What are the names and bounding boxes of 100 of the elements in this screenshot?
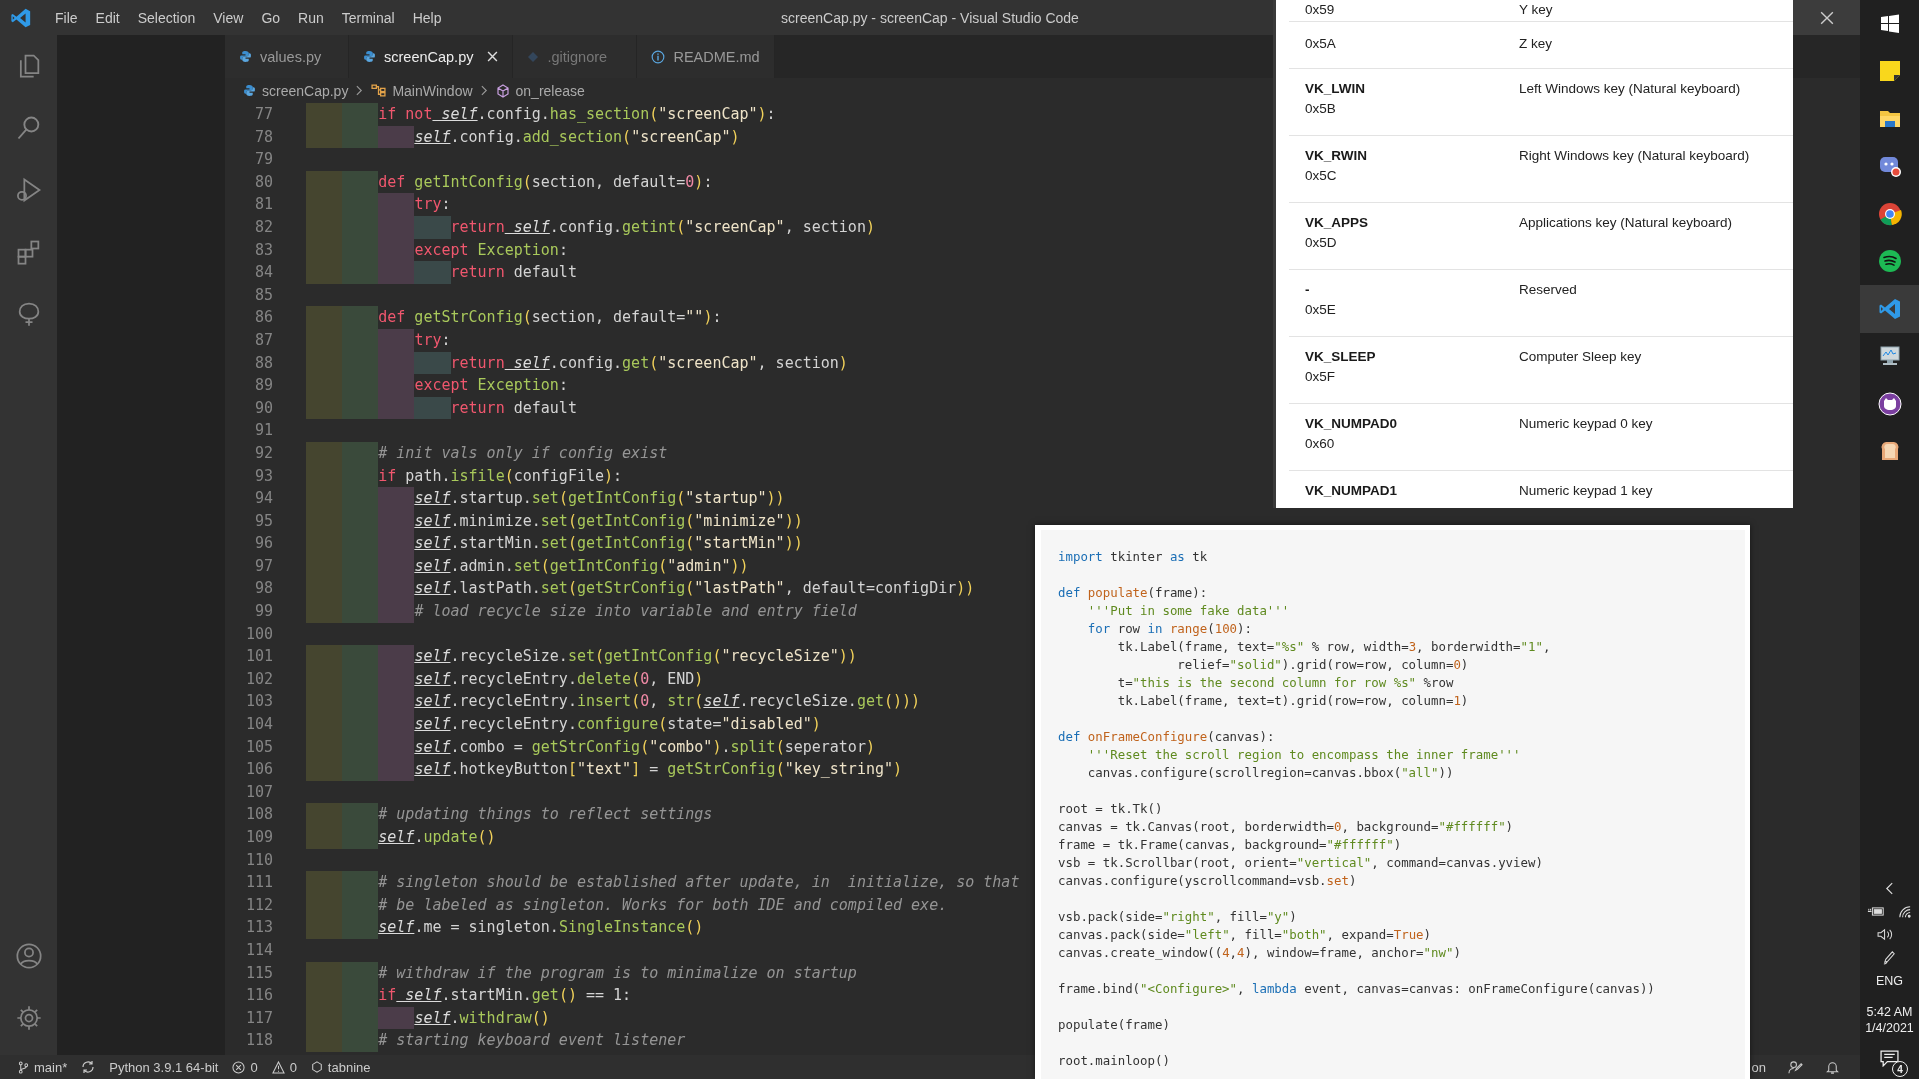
settings-icon[interactable] <box>14 1004 43 1032</box>
menu-item[interactable]: Selection <box>128 9 205 26</box>
breadcrumb-item[interactable]: screenCap.py <box>262 82 349 99</box>
close-icon[interactable] <box>487 51 499 62</box>
menu-item[interactable]: Run <box>289 9 333 26</box>
menu-item[interactable]: File <box>46 9 87 26</box>
code-line: self.me = singleton.SingleInstance() <box>306 916 704 939</box>
code-line: tk.Label(frame, text="%s" % row, width=3, borderwidth="1", <box>1116 638 1552 656</box>
code-line: def populate(frame): <box>1058 584 1209 602</box>
key-constant: - <box>1305 282 1311 297</box>
chevron-icon[interactable] <box>1885 882 1894 895</box>
key-description: Left Windows key (Natural keyboard) <box>1519 81 1741 98</box>
code-line: canvas.configure(yscrollcommand=vsb.set) <box>1058 872 1358 890</box>
code-line: self.hotkeyButton["text"] = getStrConfig("key_string") <box>306 758 903 781</box>
line-number: 100 <box>244 623 274 645</box>
language-indicator[interactable]: ENG <box>1875 974 1904 988</box>
app-logo-icon <box>10 6 32 29</box>
line-number: 111 <box>244 872 274 894</box>
menu-item[interactable]: Edit <box>86 9 129 26</box>
code-line: canvas = tk.Canvas(root, borderwidth=0, background="#ffffff") <box>1058 818 1515 836</box>
menu-item[interactable]: View <box>204 9 253 26</box>
key-description: Reserved <box>1519 282 1577 299</box>
code-line: '''Reset the scroll region to encompass the inner frame''' <box>1086 746 1522 764</box>
line-number: 85 <box>253 284 274 306</box>
run-debug-icon[interactable] <box>14 176 43 204</box>
code-line: populate(frame) <box>1058 1016 1171 1034</box>
info-icon <box>651 49 666 64</box>
code-line: self.recycleEntry.insert(0, str(self.recycleSize.get())) <box>306 690 921 714</box>
code-line: self.recycleEntry.delete(0, END) <box>306 667 704 691</box>
line-number: 106 <box>244 759 274 781</box>
line-number: 91 <box>253 420 274 442</box>
line-number: 78 <box>253 126 274 148</box>
clock-date[interactable]: 1/4/2021 <box>1865 1021 1914 1035</box>
line-number: 88 <box>253 352 274 374</box>
code-line: # be labeled as singleton. Works for both IDE and compiled exe. <box>306 893 948 917</box>
line-number: 87 <box>253 329 274 351</box>
error-icon[interactable] <box>232 1060 246 1074</box>
notification-icon[interactable] <box>1880 1050 1899 1067</box>
key-description: Computer Sleep key <box>1519 349 1642 366</box>
hexagon-icon[interactable] <box>310 1061 323 1073</box>
class-icon <box>371 84 387 97</box>
key-constant: VK_NUMPAD0 <box>1305 416 1398 431</box>
code-line: def getIntConfig(section, default=0): <box>306 170 713 194</box>
menu-item[interactable]: Help <box>403 9 451 26</box>
code-line: import tkinter as tk <box>1058 548 1209 566</box>
breadcrumb-item[interactable]: MainWindow <box>392 82 473 99</box>
account-icon[interactable] <box>14 942 43 970</box>
status-item[interactable]: tabnine <box>327 1059 371 1075</box>
code-line: if path.isfile(configFile): <box>306 464 623 488</box>
battery-icon[interactable] <box>1867 906 1885 917</box>
line-number: 83 <box>253 239 274 261</box>
line-number: 102 <box>244 668 274 690</box>
menu-item[interactable]: Terminal <box>332 9 404 26</box>
code-line: vsb = tk.Scrollbar(root, orient="vertical", command=canvas.yview) <box>1058 854 1544 872</box>
breadcrumb-item[interactable]: on_release <box>515 82 585 99</box>
python-file-icon <box>239 50 252 63</box>
code-line: self.lastPath.set(getStrConfig("lastPath", default=configDir)) <box>306 577 975 601</box>
code-line: # load recycle size into variable and entry field <box>306 600 857 623</box>
key-code: 0x5E <box>1305 302 1337 317</box>
line-number: 82 <box>253 216 274 238</box>
bell-icon[interactable] <box>1825 1059 1840 1075</box>
app-logo-icon <box>1877 296 1902 321</box>
code-line: relief="solid").grid(row=row, column=0) <box>1176 656 1470 674</box>
code-line: self.config.add_section("screenCap") <box>306 125 740 149</box>
sync-icon[interactable] <box>81 1060 96 1074</box>
speaker-icon[interactable] <box>1877 928 1895 941</box>
key-description: Z key <box>1519 36 1552 53</box>
status-item[interactable]: on <box>1751 1059 1766 1075</box>
line-number: 95 <box>253 510 274 532</box>
status-item[interactable]: 0 <box>289 1059 297 1075</box>
close-icon <box>1819 10 1834 25</box>
line-number: 118 <box>244 1030 274 1052</box>
wifi-icon[interactable] <box>1897 904 1912 919</box>
status-item[interactable]: main* <box>34 1059 68 1075</box>
menu-item[interactable]: Go <box>252 9 290 26</box>
code-line: # init vals only if config exist <box>306 441 668 465</box>
line-number: 116 <box>244 985 274 1007</box>
code-line: try: <box>306 193 451 216</box>
code-line: self.update() <box>306 826 496 849</box>
branch-icon[interactable] <box>18 1060 29 1074</box>
warning-icon[interactable] <box>271 1060 285 1074</box>
status-item[interactable]: Python 3.9.1 64-bit <box>109 1059 219 1075</box>
python-file-icon <box>243 84 256 97</box>
code-line: # updating things to reflect settings <box>306 803 713 826</box>
line-number: 86 <box>253 307 274 329</box>
diamond-icon <box>527 50 540 63</box>
editor-tab[interactable]: values.py <box>225 35 349 78</box>
code-line: self.recycleEntry.configure(state="disabled") <box>306 713 821 736</box>
editor-tab[interactable]: screenCap.py <box>349 35 514 78</box>
feedback-icon[interactable] <box>1788 1059 1803 1075</box>
music-app-icon <box>1877 249 1902 274</box>
line-number: 81 <box>253 194 274 216</box>
line-number: 97 <box>253 555 274 577</box>
pen-icon[interactable] <box>1882 950 1897 965</box>
status-item[interactable]: 0 <box>250 1059 258 1075</box>
editor-tab[interactable]: README.md <box>637 35 775 78</box>
line-number: 115 <box>244 962 274 984</box>
code-line: for row in range(100): <box>1086 620 1253 638</box>
chevron-icon <box>356 85 364 96</box>
clock-time[interactable]: 5:42 AM <box>1866 1005 1913 1019</box>
